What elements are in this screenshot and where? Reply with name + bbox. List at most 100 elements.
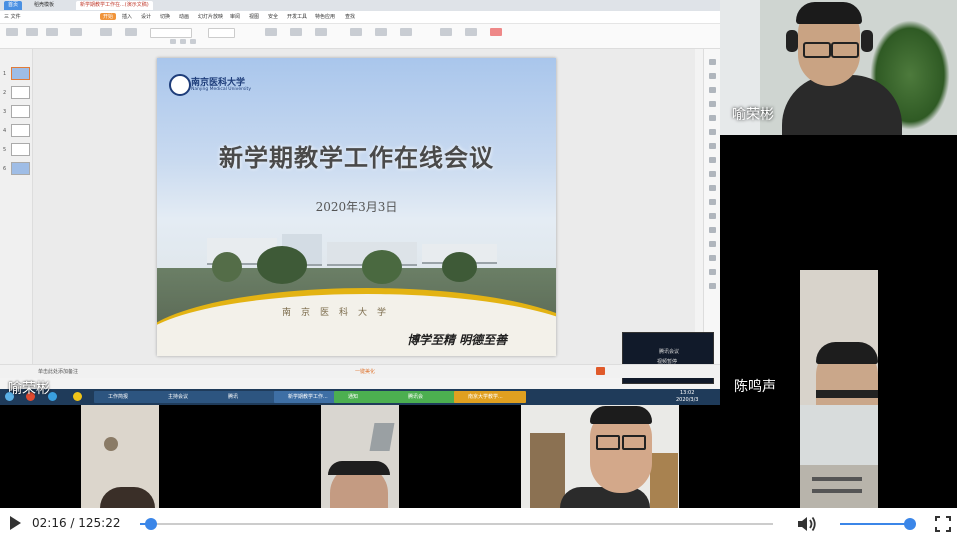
align-center-icon[interactable] <box>290 28 302 36</box>
tool-icon[interactable] <box>709 143 716 149</box>
cut-icon[interactable] <box>26 28 38 36</box>
thumb-number: 6 <box>3 166 7 172</box>
headset-icon <box>786 30 798 52</box>
menu-slideshow[interactable]: 幻灯片放映 <box>198 13 223 20</box>
doc-assistant-icon[interactable] <box>490 28 502 36</box>
bullets-icon[interactable] <box>315 28 327 36</box>
tool-icon[interactable] <box>709 171 716 177</box>
align-left-icon[interactable] <box>265 28 277 36</box>
play-button[interactable] <box>10 516 21 530</box>
menu-home[interactable]: 开始 <box>100 13 117 20</box>
font-size-select[interactable] <box>208 28 235 38</box>
play-from-current-icon[interactable] <box>70 28 82 36</box>
tab-docer[interactable]: 稻壳模板 <box>30 1 58 10</box>
volume-icon[interactable] <box>796 515 818 533</box>
participant-video-chen[interactable]: 陈鸣声 <box>720 270 957 405</box>
tool-icon[interactable] <box>709 115 716 121</box>
menu-search[interactable]: 查找 <box>345 13 355 20</box>
arrange-icon[interactable] <box>400 28 412 36</box>
tool-icon[interactable] <box>709 129 716 135</box>
seek-bar[interactable] <box>140 518 773 530</box>
right-tool-sidebar <box>703 49 720 364</box>
clock-time: 13:02 <box>680 390 695 396</box>
tool-icon[interactable] <box>709 227 716 233</box>
slide-thumbnail[interactable] <box>11 86 30 99</box>
textbox-icon[interactable] <box>350 28 362 36</box>
slide-thumbnail[interactable] <box>11 105 30 118</box>
menu-design[interactable]: 设计 <box>141 13 151 20</box>
taskbar-window[interactable]: 主持会议 <box>154 391 220 403</box>
tool-icon[interactable] <box>709 157 716 163</box>
tool-icon[interactable] <box>709 185 716 191</box>
taskbar-window[interactable]: 工作简报 <box>94 391 160 403</box>
volume-slider[interactable] <box>840 523 910 525</box>
university-motto: 博学至精 明德至善 <box>407 333 508 347</box>
tab-presentation[interactable]: 新学期教学工作在...(演示文稿) <box>76 1 153 10</box>
format-painter-icon[interactable] <box>46 28 58 36</box>
layout-icon[interactable] <box>125 28 137 36</box>
windows-taskbar: 工作简报 主持会议 腾讯 新学期教学工作... 通知 腾讯会 南京大学教学...… <box>0 389 720 405</box>
participant-name-speaker: 喻荣彬 <box>732 107 774 123</box>
menu-transition[interactable]: 切换 <box>160 13 170 20</box>
volume-handle[interactable] <box>904 518 916 530</box>
slide-thumbnail[interactable] <box>11 67 30 80</box>
tool-icon[interactable] <box>709 269 716 275</box>
sharer-name-label: 喻荣彬 <box>8 381 50 397</box>
bold-icon[interactable] <box>170 39 176 44</box>
replace-icon[interactable] <box>465 28 477 36</box>
participant-name-chen: 陈鸣声 <box>734 379 776 395</box>
shared-screen: 首页 稻壳模板 新学期教学工作在...(演示文稿) 三 文件 开始 插入 设计 … <box>0 0 720 405</box>
campus-buildings-image <box>202 230 502 284</box>
slide-thumbnail[interactable] <box>11 124 30 137</box>
taskbar-window[interactable]: 新学期教学工作... <box>274 391 343 403</box>
participant-video[interactable] <box>240 405 480 508</box>
thumb-number: 4 <box>3 128 7 134</box>
chrome-icon[interactable] <box>73 392 82 401</box>
tool-icon[interactable] <box>709 255 716 261</box>
beautify-button[interactable]: 一键美化 <box>355 368 375 375</box>
shape-icon[interactable] <box>375 28 387 36</box>
tool-icon[interactable] <box>709 283 716 289</box>
taskbar-window[interactable]: 腾讯 <box>214 391 280 403</box>
taskbar-window[interactable]: 通知 <box>334 391 403 403</box>
taskbar-window[interactable]: 南京大学教学... <box>454 391 526 403</box>
fullscreen-icon[interactable] <box>935 516 951 532</box>
slide-thumbnail[interactable] <box>11 162 30 175</box>
find-icon[interactable] <box>440 28 452 36</box>
participant-video-speaker[interactable]: 喻荣彬 <box>720 0 957 135</box>
paste-icon[interactable] <box>6 28 18 36</box>
menu-security[interactable]: 安全 <box>268 13 278 20</box>
ribbon-toolbar <box>0 24 720 49</box>
tool-icon[interactable] <box>709 241 716 247</box>
tool-icon[interactable] <box>709 101 716 107</box>
menu-file[interactable]: 三 文件 <box>4 13 21 20</box>
participant-video[interactable] <box>480 405 720 508</box>
notes-placeholder[interactable]: 单击此处添加备注 <box>38 368 78 375</box>
seek-handle[interactable] <box>145 518 158 530</box>
new-slide-icon[interactable] <box>100 28 112 36</box>
menu-insert[interactable]: 插入 <box>122 13 132 20</box>
play-slideshow-icon[interactable] <box>596 367 605 375</box>
menu-review[interactable]: 审阅 <box>230 13 240 20</box>
tool-icon[interactable] <box>709 87 716 93</box>
tool-icon[interactable] <box>709 73 716 79</box>
university-name-en: Nanjing Medical University <box>191 87 251 92</box>
participant-video[interactable] <box>0 405 240 508</box>
menu-animation[interactable]: 动画 <box>179 13 189 20</box>
presentation-slide: 南京医科大学 Nanjing Medical University 新学期教学工… <box>157 58 556 356</box>
slide-thumbnail[interactable] <box>11 143 30 156</box>
tool-icon[interactable] <box>709 213 716 219</box>
font-select[interactable] <box>150 28 192 38</box>
thumb-number: 5 <box>3 147 7 153</box>
tab-home[interactable]: 首页 <box>4 1 23 10</box>
tool-icon[interactable] <box>709 59 716 65</box>
thumb-number: 1 <box>3 71 7 77</box>
menu-developer[interactable]: 开发工具 <box>287 13 307 20</box>
participant-video[interactable] <box>720 405 957 508</box>
tool-icon[interactable] <box>709 199 716 205</box>
taskbar-window[interactable]: 腾讯会 <box>394 391 463 403</box>
underline-icon[interactable] <box>190 39 196 44</box>
menu-features[interactable]: 特色应用 <box>315 13 335 20</box>
menu-view[interactable]: 视图 <box>249 13 259 20</box>
italic-icon[interactable] <box>180 39 186 44</box>
